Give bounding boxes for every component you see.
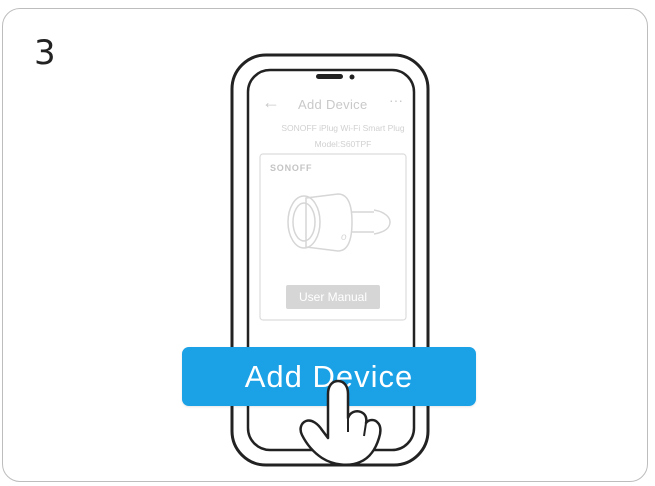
back-arrow-icon[interactable]: ← bbox=[262, 92, 280, 113]
brand-logo: SONOFF bbox=[270, 163, 313, 173]
add-device-button[interactable]: Add Device bbox=[182, 347, 476, 406]
product-name: SONOFF iPlug Wi-Fi Smart Plug bbox=[281, 123, 405, 133]
screen-title: Add Device bbox=[298, 97, 368, 112]
more-dots-icon[interactable]: ··· bbox=[389, 92, 403, 108]
phone-illustration: o bbox=[230, 53, 430, 467]
add-device-label: Add Device bbox=[244, 358, 414, 394]
user-manual-button[interactable]: User Manual bbox=[286, 285, 380, 309]
model-number: Model:S60TPF bbox=[314, 139, 372, 149]
svg-text:o: o bbox=[341, 232, 347, 243]
